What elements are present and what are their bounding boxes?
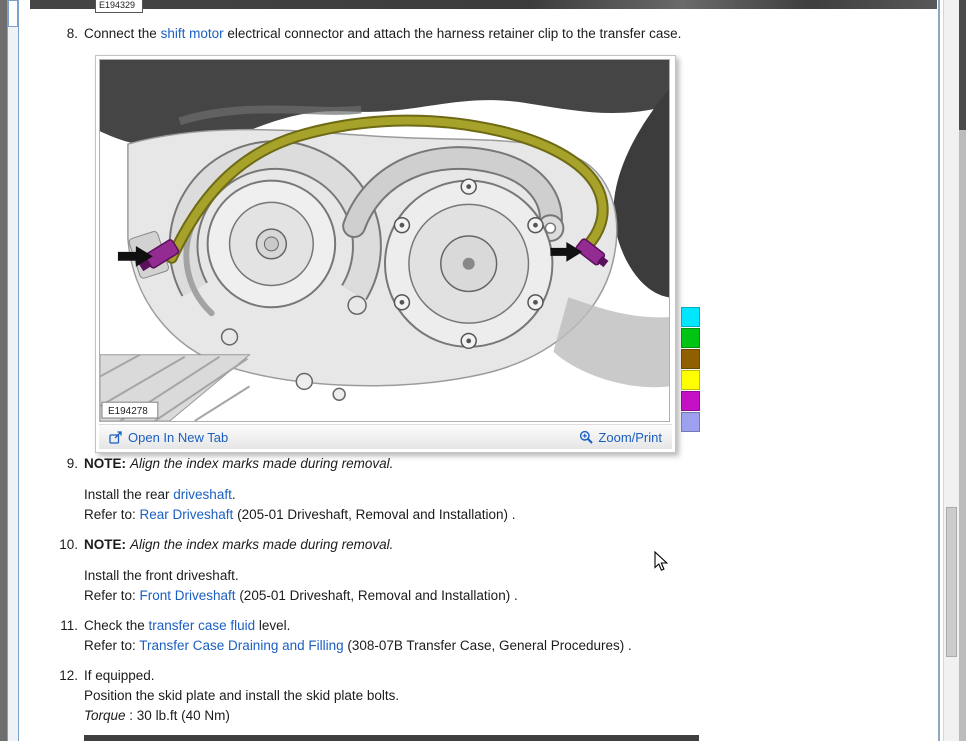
note-label: NOTE: xyxy=(84,537,126,552)
zoom-print-link[interactable]: Zoom/Print xyxy=(579,430,662,445)
step-8: 8. Connect the shift motor electrical co… xyxy=(52,24,932,44)
text-segment: (308-07B Transfer Case, General Procedur… xyxy=(344,638,632,653)
text-segment: level. xyxy=(255,618,290,633)
figure-id-label: E194278 xyxy=(108,406,148,417)
open-in-new-tab-link[interactable]: Open In New Tab xyxy=(109,430,228,445)
legend-swatch-magenta xyxy=(681,391,700,411)
step-11: 11. Check the transfer case fluid level.… xyxy=(52,616,932,656)
text-segment: Install the rear xyxy=(84,487,173,502)
step-9-refer: Refer to: Rear Driveshaft (205-01 Drives… xyxy=(84,505,515,525)
step-10-note: NOTE: Align the index marks made during r… xyxy=(84,535,518,555)
text-segment: Refer to: xyxy=(84,588,140,603)
legend-swatch-yellow xyxy=(681,370,700,390)
transfer-case-draining-link[interactable]: Transfer Case Draining and Filling xyxy=(139,638,343,653)
step-12-line2: Position the skid plate and install the … xyxy=(84,686,399,706)
figure-toolbar: Open In New Tab Zoom/Print xyxy=(99,424,672,449)
zoom-print-label: Zoom/Print xyxy=(598,430,662,445)
step-9-note: NOTE: Align the index marks made during r… xyxy=(84,454,515,474)
step-10-refer: Refer to: Front Driveshaft (205-01 Drive… xyxy=(84,586,518,606)
mouse-cursor xyxy=(654,551,669,573)
text-segment: (205-01 Driveshaft, Removal and Installa… xyxy=(236,588,518,603)
text-segment: electrical connector and attach the harn… xyxy=(224,26,682,41)
transfer-case-fluid-link[interactable]: transfer case fluid xyxy=(149,618,256,633)
step-9: 9. NOTE: Align the index marks made durin… xyxy=(52,454,932,525)
step-8-text: Connect the shift motor electrical conne… xyxy=(84,24,681,44)
previous-figure-id-label: E194329 xyxy=(95,0,143,13)
text-segment: (205-01 Driveshaft, Removal and Installa… xyxy=(233,507,515,522)
figure-container: E194278 Open In New Tab Zoom/Print xyxy=(95,55,676,453)
open-in-new-tab-icon xyxy=(109,431,123,444)
step-number: 8. xyxy=(52,24,78,44)
legend-swatch-lavender xyxy=(681,412,700,432)
step-11-check: Check the transfer case fluid level. xyxy=(84,616,632,636)
torque-value: : 30 lb.ft (40 Nm) xyxy=(126,708,230,723)
text-segment: Check the xyxy=(84,618,149,633)
next-figure-top-edge xyxy=(84,735,699,741)
step-12-torque: Torque : 30 lb.ft (40 Nm) xyxy=(84,706,399,726)
legend-swatch-cyan xyxy=(681,307,700,327)
step-number: 10. xyxy=(52,535,78,606)
step-10: 10. NOTE: Align the index marks made duri… xyxy=(52,535,932,606)
step-9-install: Install the rear driveshaft. xyxy=(84,485,515,505)
step-10-install: Install the front driveshaft. xyxy=(84,566,518,586)
front-driveshaft-link[interactable]: Front Driveshaft xyxy=(140,588,236,603)
step-number: 12. xyxy=(52,666,78,726)
left-scrollbar-thumb[interactable] xyxy=(8,0,18,27)
open-in-new-tab-label: Open In New Tab xyxy=(128,430,228,445)
text-segment: Refer to: xyxy=(84,638,139,653)
legend-swatch-green xyxy=(681,328,700,348)
step-12: 12. If equipped. Position the skid plate… xyxy=(52,666,932,726)
window-left-edge xyxy=(0,0,7,741)
step-number: 9. xyxy=(52,454,78,525)
step-11-refer: Refer to: Transfer Case Draining and Fil… xyxy=(84,636,632,656)
left-scrollbar-rail[interactable] xyxy=(7,0,19,741)
vertical-scrollbar-thumb[interactable] xyxy=(946,507,957,657)
note-text: Align the index marks made during remova… xyxy=(130,537,393,552)
note-text: Align the index marks made during remova… xyxy=(130,456,393,471)
text-segment: Connect the xyxy=(84,26,161,41)
shift-motor-link[interactable]: shift motor xyxy=(161,26,224,41)
note-label: NOTE: xyxy=(84,456,126,471)
content-frame-border xyxy=(938,0,940,741)
text-segment: . xyxy=(232,487,236,502)
window-right-edge-top xyxy=(959,0,966,130)
transfer-case-illustration: E194278 xyxy=(99,59,670,422)
legend-swatch-brown xyxy=(681,349,700,369)
torque-label: Torque xyxy=(84,708,126,723)
window-right-edge-bottom xyxy=(959,130,966,741)
driveshaft-link[interactable]: driveshaft xyxy=(173,487,232,502)
text-segment: Refer to: xyxy=(84,507,140,522)
rear-driveshaft-link[interactable]: Rear Driveshaft xyxy=(140,507,234,522)
previous-figure-bottom-edge xyxy=(30,0,937,9)
step-12-line1: If equipped. xyxy=(84,666,399,686)
step-number: 11. xyxy=(52,616,78,656)
document-content: E194329 8. Connect the shift motor elect… xyxy=(19,0,938,741)
magnifier-icon xyxy=(579,430,593,444)
